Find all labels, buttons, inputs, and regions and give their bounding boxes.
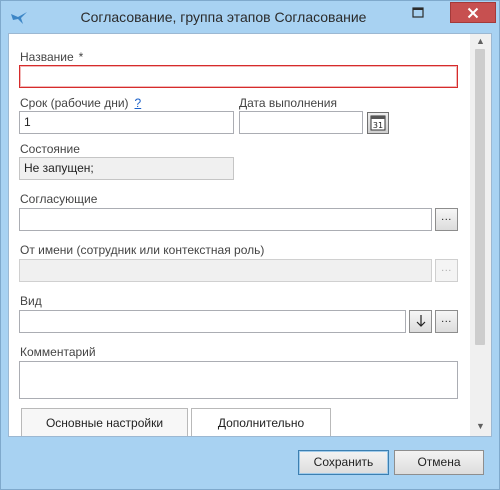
- state-label: Состояние: [20, 142, 80, 156]
- maximize-button[interactable]: [405, 2, 431, 22]
- kind-input[interactable]: [19, 310, 406, 333]
- calendar-icon: 31: [370, 115, 386, 131]
- term-input[interactable]: 1: [19, 111, 234, 134]
- comment-label: Комментарий: [20, 345, 96, 359]
- cancel-button[interactable]: Отмена: [394, 450, 484, 475]
- due-date-input[interactable]: [239, 111, 363, 134]
- due-date-label: Дата выполнения: [239, 96, 337, 110]
- required-mark: *: [78, 50, 84, 64]
- title-bar[interactable]: Согласование, группа этапов Согласование: [1, 1, 499, 34]
- kind-browse-button[interactable]: ...: [435, 310, 458, 333]
- name-input[interactable]: [19, 65, 458, 88]
- kind-label: Вид: [20, 294, 42, 308]
- state-value: Не запущен;: [19, 157, 234, 180]
- comment-textarea[interactable]: [19, 361, 458, 399]
- approvers-label: Согласующие: [20, 192, 98, 206]
- tab-additional[interactable]: Дополнительно: [191, 408, 331, 436]
- on-behalf-label: От имени (сотрудник или контекстная роль…: [20, 243, 265, 257]
- arrow-down-icon: [416, 315, 425, 327]
- save-button[interactable]: Сохранить: [298, 450, 389, 475]
- on-behalf-browse-button: ...: [435, 259, 458, 282]
- scroll-up-button[interactable]: ▲: [470, 34, 491, 49]
- scroll-thumb[interactable]: [475, 49, 485, 345]
- tab-main-settings[interactable]: Основные настройки: [21, 408, 188, 436]
- approvers-browse-button[interactable]: ...: [435, 208, 458, 231]
- maximize-icon: [412, 7, 424, 18]
- close-button[interactable]: [450, 2, 496, 23]
- dialog-window: Согласование, группа этапов Согласование…: [0, 0, 500, 490]
- scroll-down-button[interactable]: ▼: [470, 419, 491, 434]
- on-behalf-input: [19, 259, 432, 282]
- term-help-link[interactable]: ?: [135, 96, 142, 110]
- vertical-scrollbar[interactable]: ▲ ▼: [470, 34, 491, 436]
- close-icon: [467, 7, 479, 19]
- tab-strip-line: [21, 436, 455, 437]
- kind-dropdown-button[interactable]: [409, 310, 432, 333]
- calendar-button[interactable]: 31: [367, 112, 389, 134]
- approvers-input[interactable]: [19, 208, 432, 231]
- dialog-content: Название * Срок (рабочие дни)? 1 Дата вып…: [8, 33, 492, 437]
- name-label: Название *: [20, 50, 84, 64]
- term-label: Срок (рабочие дни)?: [20, 96, 142, 110]
- window-title: Согласование, группа этапов Согласование: [80, 9, 367, 25]
- calendar-day: 31: [373, 121, 383, 130]
